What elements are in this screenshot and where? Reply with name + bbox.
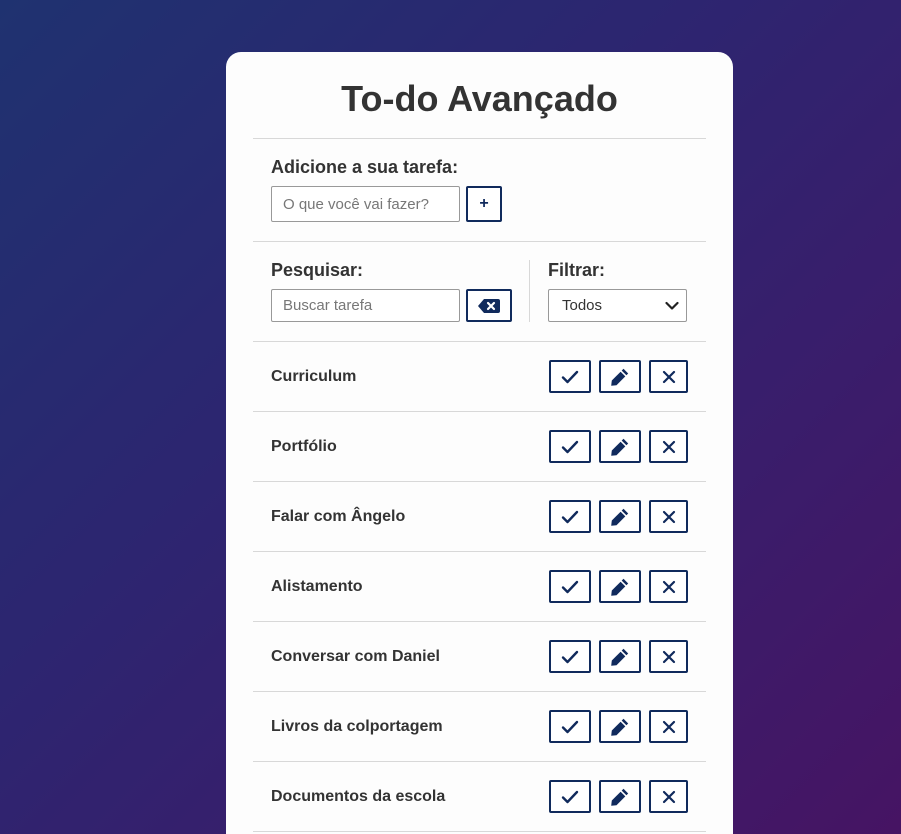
remove-todo-button[interactable]: [649, 360, 688, 393]
backspace-icon: [478, 298, 500, 313]
finish-todo-button[interactable]: [549, 430, 591, 463]
todo-list: Curriculum Portfólio Falar com Ângelo Al…: [253, 342, 706, 832]
edit-todo-button[interactable]: [599, 360, 641, 393]
xmark-icon: [662, 580, 675, 593]
clear-search-button[interactable]: [466, 289, 512, 322]
todo-item: Documentos da escola: [253, 762, 706, 832]
filter-label: Filtrar:: [548, 260, 606, 280]
finish-todo-button[interactable]: [549, 640, 591, 673]
toolbar: Pesquisar: Filtrar: Todos: [253, 242, 706, 342]
add-todo-controls: +: [271, 186, 688, 222]
check-icon: [561, 650, 579, 663]
add-todo-form: Adicione a sua tarefa: +: [253, 139, 706, 242]
finish-todo-button[interactable]: [549, 570, 591, 603]
todo-actions: [549, 710, 688, 743]
edit-todo-button[interactable]: [599, 710, 641, 743]
todo-title: Curriculum: [271, 367, 357, 385]
todo-title: Alistamento: [271, 577, 363, 595]
xmark-icon: [662, 440, 675, 453]
add-todo-label: Adicione a sua tarefa:: [271, 157, 459, 177]
check-icon: [561, 440, 579, 453]
filter-selected-value: Todos: [562, 297, 603, 314]
todo-title: Portfólio: [271, 437, 337, 455]
add-todo-button[interactable]: +: [466, 186, 502, 222]
todo-title: Livros da colportagem: [271, 717, 443, 735]
todo-card: To-do Avançado Adicione a sua tarefa: + …: [226, 52, 733, 834]
todo-title: Conversar com Daniel: [271, 647, 440, 665]
remove-todo-button[interactable]: [649, 710, 688, 743]
search-input[interactable]: [271, 289, 460, 322]
check-icon: [561, 370, 579, 383]
todo-actions: [549, 780, 688, 813]
filter-select[interactable]: Todos: [548, 289, 687, 322]
pen-icon: [611, 368, 629, 386]
edit-todo-button[interactable]: [599, 500, 641, 533]
remove-todo-button[interactable]: [649, 640, 688, 673]
plus-icon: +: [479, 195, 489, 212]
todo-actions: [549, 570, 688, 603]
todo-title: Falar com Ângelo: [271, 507, 406, 525]
todo-actions: [549, 360, 688, 393]
edit-todo-button[interactable]: [599, 570, 641, 603]
search-section: Pesquisar:: [271, 260, 530, 322]
pen-icon: [611, 508, 629, 526]
todo-item: Conversar com Daniel: [253, 622, 706, 692]
check-icon: [561, 720, 579, 733]
check-icon: [561, 790, 579, 803]
todo-actions: [549, 500, 688, 533]
todo-item: Curriculum: [253, 342, 706, 412]
xmark-icon: [662, 370, 675, 383]
check-icon: [561, 580, 579, 593]
chevron-down-icon: [665, 301, 679, 310]
edit-todo-button[interactable]: [599, 780, 641, 813]
pen-icon: [611, 648, 629, 666]
remove-todo-button[interactable]: [649, 570, 688, 603]
finish-todo-button[interactable]: [549, 360, 591, 393]
filter-section: Filtrar: Todos: [530, 260, 687, 322]
todo-actions: [549, 640, 688, 673]
todo-item: Livros da colportagem: [253, 692, 706, 762]
search-controls: [271, 289, 529, 322]
todo-item: Alistamento: [253, 552, 706, 622]
add-todo-input[interactable]: [271, 186, 460, 222]
xmark-icon: [662, 510, 675, 523]
pen-icon: [611, 788, 629, 806]
xmark-icon: [662, 720, 675, 733]
pen-icon: [611, 718, 629, 736]
finish-todo-button[interactable]: [549, 500, 591, 533]
edit-todo-button[interactable]: [599, 640, 641, 673]
remove-todo-button[interactable]: [649, 780, 688, 813]
pen-icon: [611, 578, 629, 596]
xmark-icon: [662, 650, 675, 663]
todo-title: Documentos da escola: [271, 787, 446, 805]
xmark-icon: [662, 790, 675, 803]
check-icon: [561, 510, 579, 523]
finish-todo-button[interactable]: [549, 710, 591, 743]
finish-todo-button[interactable]: [549, 780, 591, 813]
pen-icon: [611, 438, 629, 456]
remove-todo-button[interactable]: [649, 500, 688, 533]
todo-item: Falar com Ângelo: [253, 482, 706, 552]
page-title: To-do Avançado: [253, 52, 706, 139]
todo-item: Portfólio: [253, 412, 706, 482]
remove-todo-button[interactable]: [649, 430, 688, 463]
todo-actions: [549, 430, 688, 463]
edit-todo-button[interactable]: [599, 430, 641, 463]
search-label: Pesquisar:: [271, 260, 364, 280]
